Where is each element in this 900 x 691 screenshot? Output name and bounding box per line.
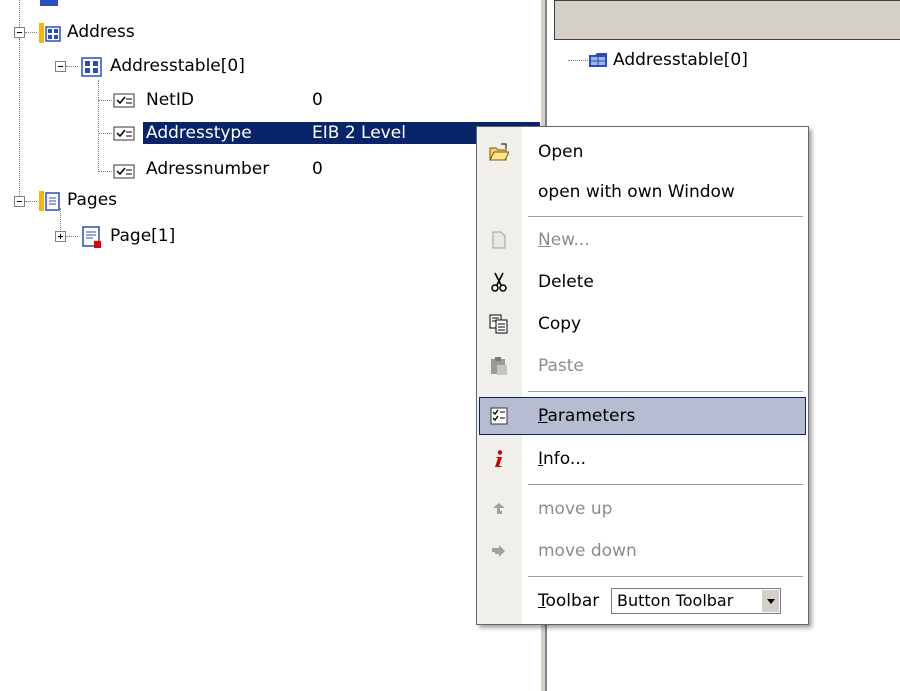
menu-item-label: Paste xyxy=(538,356,584,376)
open-folder-icon xyxy=(489,143,509,161)
menu-item-paste[interactable]: Paste xyxy=(477,347,808,385)
tree-node-adressnumber[interactable]: Adressnumber xyxy=(146,158,269,180)
tree-line xyxy=(66,236,78,237)
menu-item-label: Parameters xyxy=(538,406,636,426)
parameter-icon xyxy=(113,93,135,108)
tree-node-address[interactable]: Address xyxy=(67,21,135,43)
tree-line xyxy=(98,80,99,172)
tree-line xyxy=(25,201,37,202)
column-header[interactable] xyxy=(554,0,900,40)
pages-folder-icon xyxy=(39,191,60,211)
tree-line xyxy=(66,66,78,67)
menu-item-label: Delete xyxy=(538,272,594,292)
menu-item-label: open with own Window xyxy=(538,182,735,202)
collapse-toggle[interactable] xyxy=(55,61,66,72)
menu-item-move-down[interactable]: move down xyxy=(477,532,808,570)
tree-node-page[interactable]: Page[1] xyxy=(110,225,175,247)
menu-item-open[interactable]: Open xyxy=(477,133,808,171)
new-page-icon xyxy=(492,231,506,249)
move-down-icon xyxy=(492,545,505,557)
menu-item-label: Copy xyxy=(538,314,582,334)
tree-node-addresstype[interactable]: Addresstype xyxy=(146,122,252,144)
parameters-icon xyxy=(490,407,508,425)
menu-item-copy[interactable]: Copy xyxy=(477,305,808,343)
menu-item-label: Toolbar xyxy=(538,591,600,611)
chevron-down-icon[interactable] xyxy=(761,590,779,612)
menu-item-label: Open xyxy=(538,142,584,162)
menu-separator xyxy=(528,576,803,577)
tree-line xyxy=(568,60,588,61)
menu-item-parameters[interactable]: Parameters xyxy=(479,397,806,435)
toolbar-select-value: Button Toolbar xyxy=(617,591,734,610)
tree-line xyxy=(98,100,112,101)
info-icon xyxy=(495,450,503,467)
tree-line xyxy=(98,171,112,172)
menu-separator xyxy=(528,484,803,485)
menu-item-label: Info... xyxy=(538,449,587,469)
menu-item-label: move up xyxy=(538,499,613,519)
scissors-icon xyxy=(491,272,507,292)
collapse-toggle[interactable] xyxy=(14,196,25,207)
menu-item-label: New... xyxy=(538,230,590,250)
page-icon xyxy=(82,226,101,248)
toolbar-select[interactable]: Button Toolbar xyxy=(611,588,781,614)
address-folder-icon xyxy=(39,23,61,43)
menu-item-open-own-window[interactable]: open with own Window xyxy=(477,173,808,211)
menu-item-label: move down xyxy=(538,541,637,561)
paste-icon xyxy=(491,357,507,375)
tree-node-value: EIB 2 Level xyxy=(312,123,406,143)
tree-view[interactable]: Address Addresstable[0] NetID 0 Addresst… xyxy=(0,0,543,691)
parameter-icon xyxy=(113,164,135,179)
tree-line xyxy=(25,32,37,33)
cut-off-node-icon xyxy=(40,0,58,6)
copy-icon xyxy=(489,314,508,334)
list-item[interactable]: Addresstable[0] xyxy=(613,49,748,71)
menu-item-toolbar: Toolbar Button Toolbar xyxy=(477,582,808,620)
tree-line xyxy=(19,0,20,27)
parameter-icon xyxy=(113,126,135,141)
menu-separator xyxy=(528,216,803,217)
context-menu: Open open with own Window New... Delete … xyxy=(476,126,809,625)
tree-node-addresstable[interactable]: Addresstable[0] xyxy=(110,55,245,77)
menu-item-info[interactable]: Info... xyxy=(477,440,808,478)
tree-line xyxy=(19,38,20,196)
tree-node-pages[interactable]: Pages xyxy=(67,189,117,211)
tree-line xyxy=(98,133,112,134)
menu-item-new[interactable]: New... xyxy=(477,221,808,259)
menu-item-move-up[interactable]: move up xyxy=(477,490,808,528)
tree-node-netid[interactable]: NetID xyxy=(146,89,194,111)
expand-toggle[interactable] xyxy=(55,231,66,242)
move-up-icon xyxy=(493,503,505,514)
table-icon xyxy=(81,57,102,77)
collapse-toggle[interactable] xyxy=(14,27,25,38)
menu-separator xyxy=(528,391,803,392)
tree-node-value: 0 xyxy=(312,90,323,110)
menu-item-delete[interactable]: Delete xyxy=(477,263,808,301)
tree-node-value: 0 xyxy=(312,159,323,179)
table-icon xyxy=(589,53,607,67)
